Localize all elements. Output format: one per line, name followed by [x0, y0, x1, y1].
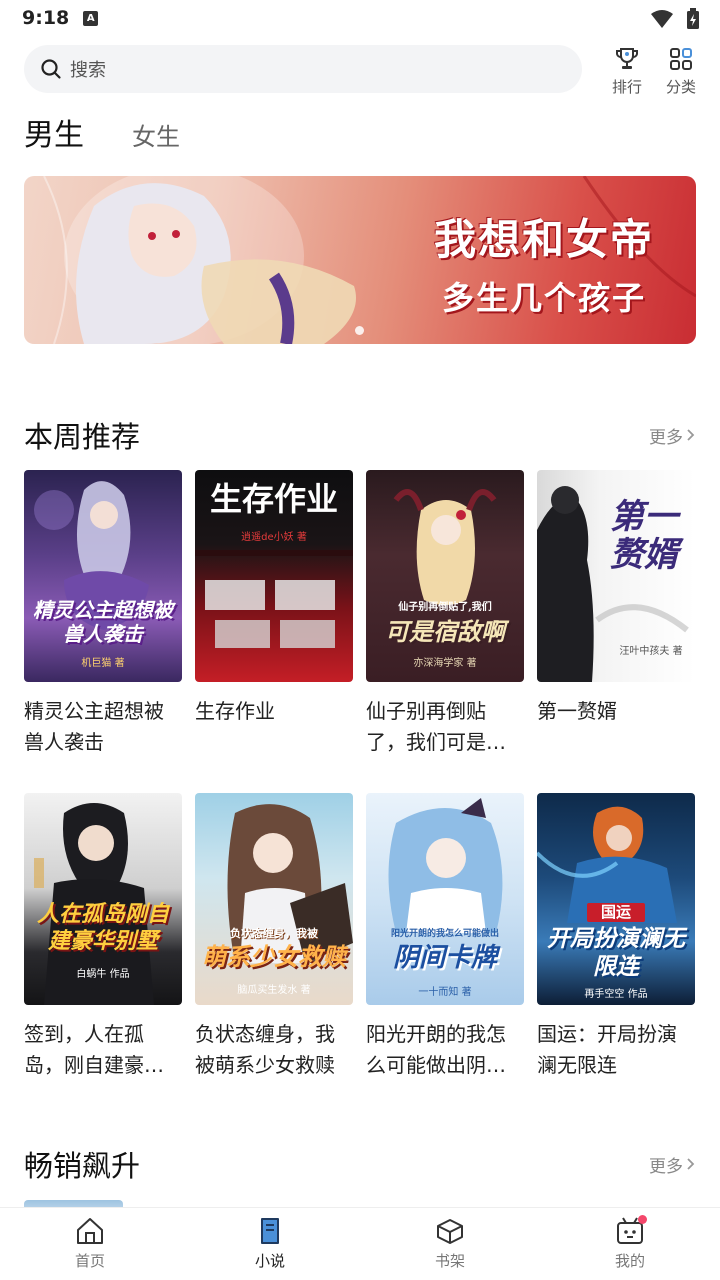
- book-cover: 人在孤岛刚自建豪华别墅 白蜗牛 作品: [24, 793, 182, 1005]
- cover-title: 可是宿敌啊: [385, 617, 505, 646]
- cover-author: 机巨猫 著: [81, 658, 125, 669]
- book-title: 第一赘婿: [537, 699, 617, 723]
- book-card[interactable]: 负状态缠身，我被 萌系少女救赎 脑瓜买生发水 著 负状态缠身，我被萌系少女救赎: [195, 793, 353, 1081]
- cover-title: 精灵公主超想被兽人袭击: [33, 598, 173, 646]
- nav-mine-label: 我的: [614, 1252, 645, 1270]
- battery-charging-icon: [687, 8, 699, 29]
- book-cover: 仙子别再倒贴了,我们 可是宿敌啊 亦深海学家 著: [366, 470, 524, 682]
- book-cover: 国运 开局扮演澜无限连 再手空空 作品: [537, 793, 695, 1005]
- cover-illustration: [34, 481, 149, 630]
- banner-text: 我想和女帝 多生几个孩子: [404, 206, 684, 319]
- weekly-section-title: 本周推荐: [24, 420, 141, 454]
- cover-title: 生存作业: [209, 480, 338, 518]
- book-icon: [261, 1218, 279, 1244]
- search-placeholder: 搜索: [70, 60, 106, 81]
- tab-female[interactable]: 女生: [132, 117, 180, 152]
- book-title: 生存作业: [195, 699, 275, 723]
- book-card[interactable]: 精灵公主超想被兽人袭击 机巨猫 著 精灵公主超想被兽人袭击: [24, 470, 182, 758]
- book-title: 签到，人在孤岛，刚自建豪华别墅: [24, 1022, 164, 1077]
- tab-male[interactable]: 男生: [24, 110, 84, 154]
- cover-subtitle: 阳光开朗的我怎么可能做出: [390, 929, 499, 939]
- trophy-icon: [616, 48, 638, 69]
- bestseller-section-header: 畅销飙升 更多: [24, 1143, 696, 1185]
- book-title: 精灵公主超想被兽人袭击: [24, 699, 164, 754]
- bestseller-more-link[interactable]: 更多: [649, 1152, 696, 1177]
- cover-author: 白蜗牛 作品: [76, 969, 130, 980]
- search-icon: [41, 59, 61, 79]
- search-input[interactable]: 搜索: [24, 45, 582, 93]
- nav-bookshelf-label: 书架: [434, 1252, 465, 1270]
- grid-icon: [670, 48, 692, 70]
- cover-title: 萌系少女救赎: [202, 942, 346, 971]
- cover-author: 一十而知 著: [418, 987, 472, 998]
- cover-illustration: [388, 798, 503, 933]
- more-label: 更多: [649, 427, 683, 448]
- book-cover: 阳光开朗的我怎么可能做出 阴间卡牌 一十而知 著: [366, 793, 524, 1005]
- book-card[interactable]: 生存作业 逍遥de小妖 著 生存作业: [195, 470, 353, 758]
- cover-subtitle: 负状态缠身，我被: [230, 927, 318, 940]
- a-box-icon: A: [83, 10, 99, 26]
- book-cover: 负状态缠身，我被 萌系少女救赎 脑瓜买生发水 著: [195, 793, 353, 1005]
- cover-author: 再手空空 作品: [584, 989, 648, 1000]
- nav-home[interactable]: 首页: [0, 1208, 180, 1280]
- book-cover: 精灵公主超想被兽人袭击 机巨猫 著: [24, 470, 182, 682]
- book-title: 阳光开朗的我怎么可能做出阴间卡牌: [366, 1022, 506, 1077]
- nav-novel-label: 小说: [254, 1252, 285, 1270]
- weekly-more-link[interactable]: 更多: [649, 423, 696, 448]
- gender-tabs: 男生 女生: [24, 110, 180, 154]
- bottom-nav: 首页 小说 书架 我的: [0, 1207, 720, 1280]
- weekly-book-grid-row1: 精灵公主超想被兽人袭击 机巨猫 著 精灵公主超想被兽人袭击 生存作业 逍遥de小…: [24, 470, 696, 758]
- book-card[interactable]: 人在孤岛刚自建豪华别墅 白蜗牛 作品 签到，人在孤岛，刚自建豪华别墅: [24, 793, 182, 1081]
- book-card[interactable]: 仙子别再倒贴了,我们 可是宿敌啊 亦深海学家 著 仙子别再倒贴了，我们可是宿敌啊: [366, 470, 524, 758]
- book-cover: 第一赘婿 汪叶中孩夫 著: [537, 470, 695, 682]
- banner-page-indicator: [355, 326, 364, 335]
- cover-author: 亦深海学家 著: [413, 658, 477, 669]
- bookshelf-box-icon: [437, 1219, 463, 1244]
- banner-title-line1: 我想和女帝: [433, 215, 654, 264]
- category-button[interactable]: 分类: [656, 46, 706, 97]
- nav-bookshelf[interactable]: 书架: [360, 1208, 540, 1280]
- cover-author: 脑瓜买生发水 著: [237, 985, 311, 996]
- status-time: 9:18: [22, 7, 70, 29]
- house-icon: [77, 1218, 103, 1244]
- chevron-right-icon: [687, 429, 695, 441]
- cover-title: 人在孤岛刚自建豪华别墅: [36, 901, 169, 954]
- cover-title: 第一赘婿: [610, 497, 678, 575]
- promo-banner[interactable]: 我想和女帝 多生几个孩子: [24, 176, 696, 344]
- ranking-label: 排行: [611, 78, 642, 96]
- nav-novel[interactable]: 小说: [180, 1208, 360, 1280]
- book-title: 仙子别再倒贴了，我们可是宿敌啊: [366, 699, 506, 754]
- category-label: 分类: [665, 78, 696, 96]
- cover-subtitle: 仙子别再倒贴了,我们: [398, 602, 492, 613]
- banner-title-line2: 多生几个孩子: [441, 279, 646, 317]
- ranking-button[interactable]: 排行: [602, 46, 652, 97]
- notification-dot: [638, 1215, 647, 1224]
- status-bar: 9:18 A: [0, 0, 720, 36]
- cover-title: 开局扮演澜无限连: [547, 925, 685, 980]
- cover-subtitle: 国运: [587, 903, 645, 922]
- more-label: 更多: [649, 1156, 683, 1177]
- weekly-section-header: 本周推荐 更多: [24, 414, 696, 456]
- status-icons: [650, 8, 700, 30]
- book-title: 负状态缠身，我被萌系少女救赎: [195, 1022, 335, 1077]
- chevron-right-icon: [687, 1158, 695, 1170]
- cover-illustration: [393, 489, 497, 605]
- book-cover: 生存作业 逍遥de小妖 著: [195, 470, 353, 682]
- cover-author: 汪叶中孩夫 著: [619, 646, 683, 657]
- book-card[interactable]: 第一赘婿 汪叶中孩夫 著 第一赘婿: [537, 470, 695, 758]
- weekly-book-grid-row2: 人在孤岛刚自建豪华别墅 白蜗牛 作品 签到，人在孤岛，刚自建豪华别墅 负状态缠身…: [24, 793, 696, 1081]
- cover-illustration: [227, 804, 353, 963]
- cover-author: 逍遥de小妖 著: [241, 532, 307, 543]
- nav-home-label: 首页: [74, 1252, 105, 1270]
- bestseller-section-title: 畅销飙升: [24, 1149, 141, 1183]
- book-card[interactable]: 阳光开朗的我怎么可能做出 阴间卡牌 一十而知 著 阳光开朗的我怎么可能做出阴间卡…: [366, 793, 524, 1081]
- nav-mine[interactable]: 我的: [540, 1208, 720, 1280]
- wifi-icon: [651, 10, 673, 28]
- cover-title: 阴间卡牌: [392, 943, 497, 973]
- book-title: 国运：开局扮演澜无限连: [537, 1022, 677, 1077]
- book-card[interactable]: 国运 开局扮演澜无限连 再手空空 作品 国运：开局扮演澜无限连: [537, 793, 695, 1081]
